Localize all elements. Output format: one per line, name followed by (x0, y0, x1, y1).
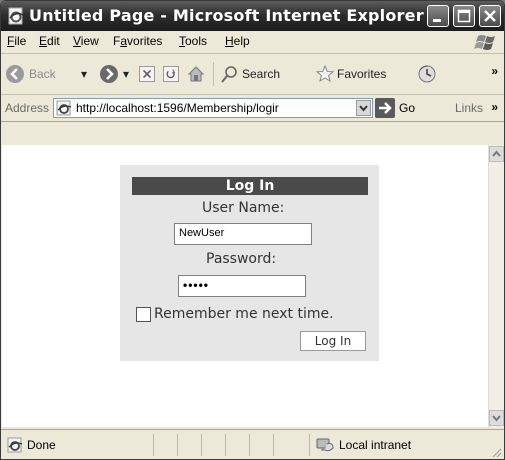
username-input[interactable]: NewUser (174, 223, 312, 245)
resize-grip-icon[interactable] (490, 446, 502, 458)
status-text: Done (27, 438, 56, 452)
browser-window: Untitled Page - Microsoft Internet Explo… (0, 0, 505, 460)
status-bar: Done Local intranet (1, 429, 504, 459)
search-button[interactable]: Search (213, 62, 280, 86)
chevron-down-icon (492, 415, 501, 422)
favorites-label: Favorites (337, 67, 387, 81)
login-panel: Log In User Name: NewUser Password: ••••… (120, 165, 379, 361)
star-icon (315, 64, 335, 83)
maximize-icon (457, 9, 471, 23)
status-divider (309, 434, 310, 456)
history-icon (418, 65, 436, 83)
vertical-scrollbar[interactable] (488, 145, 504, 427)
status-divider (201, 434, 202, 456)
go-button[interactable] (375, 98, 395, 118)
address-dropdown-button[interactable] (356, 100, 371, 116)
menu-tools[interactable]: Tools (179, 34, 207, 48)
scroll-up-button[interactable] (489, 146, 504, 162)
forward-arrow-icon (100, 65, 118, 83)
stop-icon (139, 66, 155, 82)
go-arrow-icon (379, 102, 392, 114)
chevron-down-icon (359, 105, 368, 112)
search-icon (221, 66, 237, 83)
username-label: User Name: (202, 200, 285, 216)
title-bar[interactable]: Untitled Page - Microsoft Internet Explo… (1, 1, 504, 31)
refresh-button[interactable] (163, 62, 179, 86)
forward-dropdown-icon[interactable]: ▾ (123, 62, 129, 86)
minimize-icon (433, 19, 441, 22)
menu-edit-accel: E (39, 34, 48, 48)
address-url: http://localhost:1596/Membership/logir (76, 101, 279, 115)
home-icon (187, 66, 205, 82)
menu-view-rest: iew (80, 34, 99, 48)
menu-view[interactable]: View (73, 34, 99, 48)
chevron-up-icon (492, 150, 501, 157)
intranet-zone-icon (316, 438, 334, 452)
menu-view-accel: V (73, 34, 81, 48)
back-button[interactable]: Back (5, 62, 56, 86)
password-input[interactable]: ••••• (178, 275, 306, 297)
toolbar-overflow-icon[interactable]: » (491, 64, 498, 78)
status-divider (153, 434, 154, 456)
menu-edit[interactable]: Edit (39, 34, 60, 48)
minimize-button[interactable] (427, 5, 449, 27)
menu-edit-rest: dit (47, 34, 60, 48)
status-divider (225, 434, 226, 456)
menu-favorites-rest: vorites (127, 34, 163, 48)
login-header: Log In (132, 177, 368, 195)
menu-help[interactable]: Help (225, 34, 250, 48)
back-dropdown-icon[interactable]: ▾ (81, 62, 87, 86)
toolbar: Back ▾ ▾ Search Favorites » (1, 54, 504, 95)
ie-page-icon (7, 437, 23, 453)
back-label: Back (29, 67, 56, 81)
forward-button[interactable] (99, 62, 123, 86)
favorites-button[interactable]: Favorites (315, 62, 386, 86)
address-bar: Address http://localhost:1596/Membership… (1, 95, 504, 122)
password-label: Password: (206, 251, 277, 267)
refresh-icon (163, 66, 179, 82)
login-button[interactable]: Log In (300, 331, 366, 351)
back-arrow-icon (6, 65, 24, 83)
search-label: Search (242, 67, 281, 81)
menu-help-accel: H (225, 34, 234, 48)
close-button[interactable] (479, 5, 501, 27)
ie-page-icon (8, 7, 24, 25)
address-field[interactable]: http://localhost:1596/Membership/logir (53, 98, 373, 118)
close-icon (484, 10, 496, 22)
status-divider (177, 434, 178, 456)
links-overflow-icon[interactable]: » (491, 100, 498, 114)
home-button[interactable] (187, 62, 205, 86)
status-divider (249, 434, 250, 456)
links-label[interactable]: Links (455, 101, 483, 115)
remember-label: Remember me next time. (154, 306, 334, 322)
menu-help-rest: elp (233, 34, 250, 48)
history-button[interactable] (417, 62, 437, 86)
remember-checkbox[interactable] (136, 307, 151, 322)
address-label: Address (5, 101, 50, 115)
scroll-down-button[interactable] (489, 410, 504, 426)
menu-file-rest: ile (14, 34, 27, 48)
menu-favorites[interactable]: Favorites (113, 34, 162, 48)
page-content: Log In User Name: NewUser Password: ••••… (2, 145, 488, 427)
go-label[interactable]: Go (399, 101, 415, 115)
menu-tools-rest: ools (185, 34, 208, 48)
menu-file[interactable]: File (7, 34, 26, 48)
ie-page-icon (56, 100, 72, 116)
status-divider (273, 434, 274, 456)
window-title: Untitled Page - Microsoft Internet Explo… (29, 6, 424, 25)
menu-bar: File Edit View Favorites Tools Help (1, 31, 504, 54)
maximize-button[interactable] (453, 5, 475, 27)
stop-button[interactable] (139, 62, 155, 86)
windows-logo-icon (474, 35, 495, 50)
security-zone-text: Local intranet (339, 438, 412, 452)
